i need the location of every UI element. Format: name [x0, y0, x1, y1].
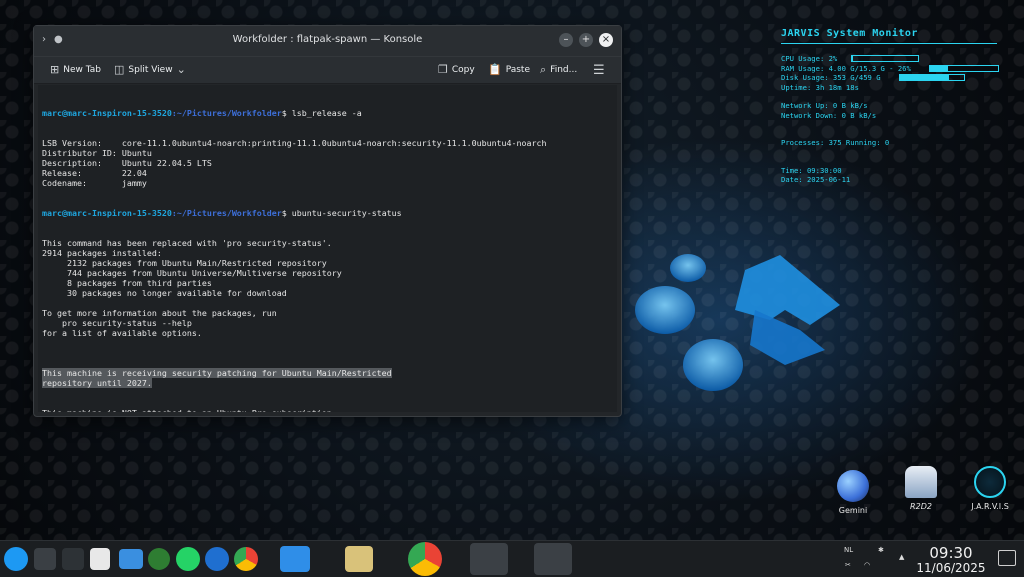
cpu-bar — [851, 55, 919, 62]
taskbar: NL ✱ ✂ ◠ ▲ 09:30 11/06/2025 — [0, 540, 1024, 577]
copy-icon: ❐ — [438, 63, 448, 76]
split-view-button[interactable]: ◫ Split View ⌄ — [114, 63, 186, 76]
kde-launcher-icon[interactable] — [4, 547, 28, 571]
output-line: 8 packages from third parties — [42, 278, 212, 288]
split-view-icon: ◫ — [114, 63, 125, 76]
output-line: for a list of available options. — [42, 328, 202, 338]
folder-icon[interactable] — [119, 549, 143, 569]
desktop-icon-jarvis[interactable]: J.A.R.V.I.S — [960, 466, 1020, 511]
maximize-button[interactable]: + — [579, 33, 593, 47]
terminal-area[interactable]: marc@marc-Inspiron-15-3520:~/Pictures/Wo… — [38, 85, 617, 412]
desktop-icon-gemini[interactable]: Gemini — [823, 470, 883, 515]
ram-bar — [929, 64, 999, 72]
recycle-icon[interactable] — [148, 548, 170, 570]
chrome-icon[interactable] — [234, 547, 258, 571]
output-line: Codename: jammy — [42, 178, 147, 188]
network-up: Network Up: 0 B kB/s — [781, 101, 868, 110]
whatsapp-icon[interactable] — [176, 547, 200, 571]
security-status-output: This command has been replaced with 'pro… — [42, 238, 613, 348]
document-icon[interactable] — [90, 548, 110, 570]
output-line: This command has been replaced with 'pro… — [42, 238, 332, 248]
output-line: Distributor ID: Ubuntu — [42, 148, 152, 158]
terminal-launcher-icon[interactable] — [34, 548, 56, 570]
language-indicator[interactable]: NL — [844, 546, 853, 554]
file-manager-icon[interactable] — [280, 546, 310, 572]
output-line: 2132 packages from Ubuntu Main/Restricte… — [42, 258, 327, 268]
minimize-button[interactable]: – — [559, 33, 573, 47]
window-title: Workfolder : flatpak-spawn — Konsole — [232, 34, 423, 45]
prompt-line: marc@marc-Inspiron-15-3520:~/Pictures/Wo… — [42, 208, 402, 218]
copy-button[interactable]: ❐ Copy — [438, 63, 475, 76]
desktop-icon-r2d2[interactable]: R2D2 — [891, 466, 951, 511]
system-settings-task-icon[interactable] — [470, 543, 508, 575]
uptime: Uptime: 3h 18m 18s — [781, 82, 859, 92]
hamburger-menu-icon: ☰ — [593, 63, 605, 78]
output-line: repository until 2027. — [42, 378, 152, 388]
processes: Processes: 375 Running: 0 — [781, 138, 890, 147]
disk-bar — [899, 74, 965, 81]
bluetooth-icon[interactable]: ✱ — [878, 546, 884, 554]
chevron-down-icon: ⌄ — [176, 63, 186, 76]
highlighted-selection: This machine is receiving security patch… — [42, 368, 613, 388]
paste-icon: 📋 — [488, 63, 502, 76]
jarvis-icon — [974, 466, 1006, 498]
tools-icon[interactable]: ✂ — [845, 561, 851, 569]
konsole-task-icon[interactable] — [534, 543, 572, 575]
output-line: 2914 packages installed: — [42, 248, 162, 258]
output-line: 744 packages from Ubuntu Universe/Multiv… — [42, 268, 342, 278]
title-bar[interactable]: › ● Workfolder : flatpak-spawn — Konsole… — [34, 26, 621, 57]
output-line: Description: Ubuntu 22.04.5 LTS — [42, 158, 212, 168]
wifi-icon[interactable]: ◠ — [864, 561, 870, 569]
output-line: This machine is receiving security patch… — [42, 368, 392, 378]
monitor-title: JARVIS System Monitor — [781, 28, 918, 39]
image-viewer-icon[interactable] — [345, 546, 373, 572]
clock[interactable]: 09:30 11/06/2025 — [912, 544, 990, 575]
r2d2-icon — [905, 466, 937, 498]
wallpaper-logo — [635, 254, 840, 391]
search-icon: ⌕ — [540, 63, 547, 76]
prompt-line: marc@marc-Inspiron-15-3520:~/Pictures/Wo… — [42, 108, 362, 118]
settings-sliders-icon[interactable] — [62, 548, 84, 570]
gemini-icon — [837, 470, 869, 502]
thunderbird-icon[interactable] — [205, 547, 229, 571]
output-line: Release: 22.04 — [42, 168, 147, 178]
clock-date: 11/06/2025 — [916, 561, 986, 575]
ram-usage: RAM Usage: 4.00 G/15.3 G - 26% — [781, 64, 1011, 74]
clock-time: 09:30 — [929, 544, 973, 562]
hamburger-menu-button[interactable]: ☰ — [593, 63, 605, 78]
find-button[interactable]: ⌕ Find... — [540, 63, 577, 77]
output-line: pro security-status --help — [42, 318, 192, 328]
security-status-output-2: This machine is NOT attached to an Ubunt… — [42, 408, 613, 412]
lsb-output: LSB Version: core-11.1.0ubuntu4-noarch:p… — [42, 138, 613, 188]
output-line: This machine is NOT attached to an Ubunt… — [42, 408, 613, 412]
tray-expand-icon[interactable]: ▲ — [899, 553, 904, 561]
monitor-date: Date: 2025-06-11 — [781, 175, 851, 184]
paste-button[interactable]: 📋 Paste — [488, 63, 530, 76]
konsole-window[interactable]: › ● Workfolder : flatpak-spawn — Konsole… — [33, 25, 622, 417]
jarvis-monitor: JARVIS System Monitor CPU Usage: 2% RAM … — [781, 28, 1011, 185]
new-tab-button[interactable]: ⊞ New Tab — [50, 63, 101, 76]
cpu-usage: CPU Usage: 2% — [781, 54, 1011, 64]
output-line: 30 packages no longer available for down… — [42, 288, 287, 298]
show-desktop-icon[interactable] — [998, 550, 1016, 566]
disk-usage: Disk Usage: 353 G/459 G — [781, 73, 1011, 83]
chrome-taskbar-icon[interactable] — [408, 542, 442, 576]
new-tab-icon: ⊞ — [50, 63, 60, 76]
monitor-time: Time: 09:30:00 — [781, 165, 842, 175]
output-line: To get more information about the packag… — [42, 308, 277, 318]
toolbar: ⊞ New Tab ◫ Split View ⌄ ❐ Copy 📋 Paste … — [34, 57, 621, 84]
close-button[interactable]: × — [599, 33, 613, 47]
output-line: LSB Version: core-11.1.0ubuntu4-noarch:p… — [42, 138, 547, 148]
network-down: Network Down: 0 B kB/s — [781, 110, 877, 120]
